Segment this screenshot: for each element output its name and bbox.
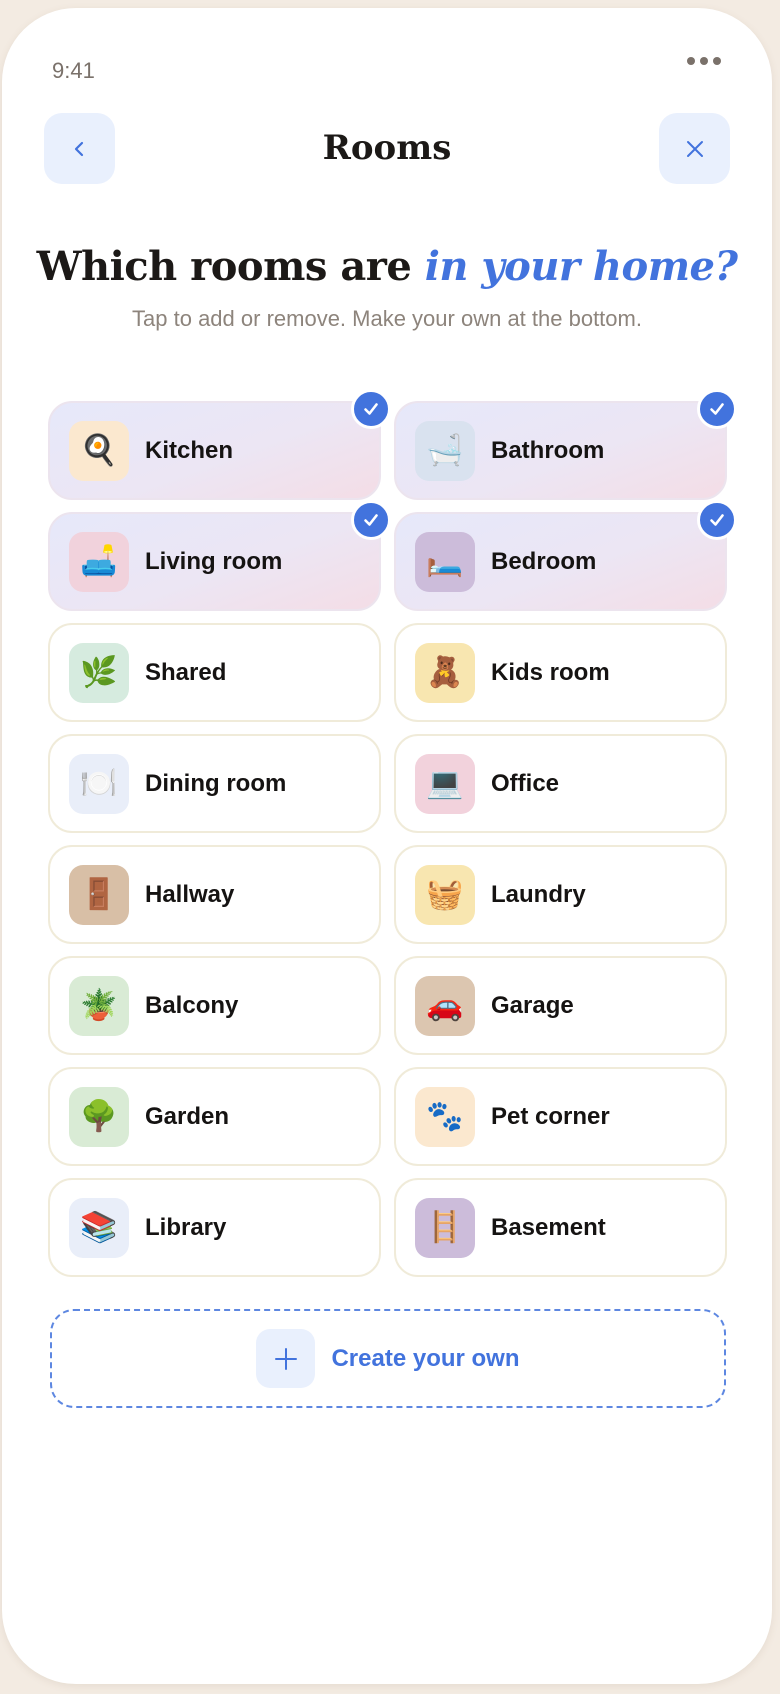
room-card-kitchen[interactable]: 🍳 Kitchen xyxy=(48,389,391,500)
room-card-dining-room[interactable]: 🍽️ Dining room xyxy=(48,734,381,833)
room-label: Garage xyxy=(491,991,574,1019)
room-card-balcony[interactable]: 🪴 Balcony xyxy=(48,956,381,1055)
room-label: Pet corner xyxy=(491,1102,610,1130)
plus-icon-box xyxy=(256,1329,316,1388)
room-card-garden[interactable]: 🌳 Garden xyxy=(48,1067,381,1166)
headline-plain: Which rooms are xyxy=(36,243,425,290)
create-your-own-button[interactable]: Create your own xyxy=(50,1309,726,1408)
page-title: Rooms xyxy=(322,128,452,168)
room-card-laundry[interactable]: 🧺 Laundry xyxy=(394,845,727,944)
couch-icon: 🛋️ xyxy=(69,531,129,592)
plate-cutlery-icon: 🍽️ xyxy=(69,753,129,814)
room-label: Office xyxy=(491,769,560,797)
checkmark-icon xyxy=(351,389,391,429)
bed-icon: 🛏️ xyxy=(415,531,475,592)
close-icon xyxy=(686,140,703,157)
room-label: Shared xyxy=(145,658,227,686)
room-card-bedroom[interactable]: 🛏️ Bedroom xyxy=(394,500,737,611)
room-label: Dining room xyxy=(145,769,287,797)
ladder-icon: 🪜 xyxy=(415,1197,475,1258)
potted-plant-icon: 🪴 xyxy=(69,975,129,1036)
room-card-kids-room[interactable]: 🧸 Kids room xyxy=(394,623,727,722)
room-label: Kids room xyxy=(491,658,610,686)
herb-icon: 🌿 xyxy=(69,642,129,703)
room-label: Kitchen xyxy=(145,436,234,464)
room-card-office[interactable]: 💻 Office xyxy=(394,734,727,833)
headline-accent: in your home? xyxy=(424,243,738,290)
status-time: 9:41 xyxy=(52,58,95,83)
car-icon: 🚗 xyxy=(415,975,475,1036)
room-card-basement[interactable]: 🪜 Basement xyxy=(394,1178,727,1277)
more-options-icon[interactable] xyxy=(687,57,721,65)
frying-pan-icon: 🍳 xyxy=(69,420,129,481)
room-label: Living room xyxy=(145,547,283,575)
headline: Which rooms are in your home? xyxy=(2,243,772,290)
checkmark-icon xyxy=(351,500,391,540)
subtitle: Tap to add or remove. Make your own at t… xyxy=(132,306,642,331)
bathtub-icon: 🛁 xyxy=(415,420,475,481)
room-label: Laundry xyxy=(491,880,586,908)
room-label: Balcony xyxy=(145,991,239,1019)
room-label: Garden xyxy=(145,1102,230,1130)
room-label: Basement xyxy=(491,1213,606,1241)
close-button[interactable] xyxy=(659,113,730,184)
room-card-pet-corner[interactable]: 🐾 Pet corner xyxy=(394,1067,727,1166)
room-label: Hallway xyxy=(145,880,235,908)
paw-prints-icon: 🐾 xyxy=(415,1086,475,1147)
room-card-bathroom[interactable]: 🛁 Bathroom xyxy=(394,389,737,500)
room-card-living-room[interactable]: 🛋️ Living room xyxy=(48,500,391,611)
books-icon: 📚 xyxy=(69,1197,129,1258)
room-label: Bathroom xyxy=(491,436,605,464)
room-label: Bedroom xyxy=(491,547,597,575)
room-grid: 🍳 Kitchen 🛁 Bathroom 🛋️ Living room 🛏️ Bedroom 🌿… xyxy=(48,389,737,1277)
checkmark-icon xyxy=(697,500,737,540)
checkmark-icon xyxy=(697,389,737,429)
room-label: Library xyxy=(145,1213,227,1241)
create-label: Create your own xyxy=(331,1344,520,1372)
teddy-bear-icon: 🧸 xyxy=(415,642,475,703)
room-card-garage[interactable]: 🚗 Garage xyxy=(394,956,727,1055)
phone-screen: 9:41 Rooms Which rooms are in your home?… xyxy=(2,8,772,1684)
tree-icon: 🌳 xyxy=(69,1086,129,1147)
laptop-icon: 💻 xyxy=(415,753,475,814)
basket-icon: 🧺 xyxy=(415,864,475,925)
door-icon: 🚪 xyxy=(69,864,129,925)
room-card-shared[interactable]: 🌿 Shared xyxy=(48,623,381,722)
room-card-library[interactable]: 📚 Library xyxy=(48,1178,381,1277)
plus-icon xyxy=(274,1347,297,1370)
room-card-hallway[interactable]: 🚪 Hallway xyxy=(48,845,381,944)
